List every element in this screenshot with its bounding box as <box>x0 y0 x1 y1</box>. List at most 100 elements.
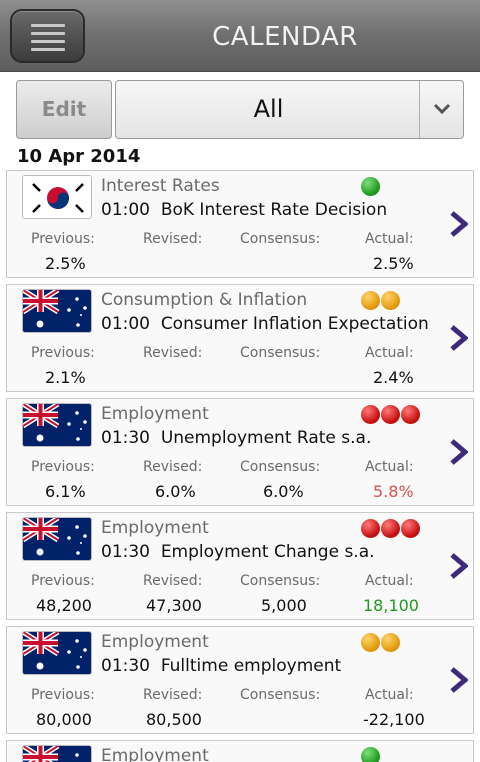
filter-select-value: All <box>253 95 284 123</box>
filter-select[interactable]: All <box>115 80 464 139</box>
page-title: CALENDAR <box>212 22 358 52</box>
event-title: 01:00 Consumer Inflation Expectation <box>101 314 429 334</box>
previous-value: 2.1% <box>45 368 86 387</box>
previous-label: Previous: <box>31 345 95 361</box>
event-name: Unemployment Rate s.a. <box>160 428 372 448</box>
event-card[interactable]: Employment 01:30 Unemployment Rate s.a. Pr… <box>6 398 474 506</box>
importance-dot <box>361 291 380 310</box>
previous-value: 80,000 <box>36 710 92 729</box>
importance-dot <box>361 633 380 652</box>
actual-value: 5.8% <box>373 482 414 501</box>
chevron-right-icon[interactable] <box>450 325 468 351</box>
importance-dot <box>381 519 400 538</box>
event-category: Interest Rates <box>101 176 220 196</box>
event-category: Employment <box>101 746 209 762</box>
importance-dot <box>381 633 400 652</box>
event-time: 01:00 <box>101 200 150 220</box>
flag-australia-icon <box>22 289 92 333</box>
chevron-right-icon[interactable] <box>450 211 468 237</box>
flag-australia-icon <box>22 745 92 762</box>
menu-icon <box>31 24 65 56</box>
dropdown-arrow[interactable] <box>419 81 463 138</box>
revised-label: Revised: <box>143 573 203 589</box>
actual-value: 18,100 <box>363 596 419 615</box>
importance-indicator <box>361 177 381 197</box>
importance-indicator <box>361 633 401 653</box>
consensus-value: 5,000 <box>261 596 307 615</box>
revised-value: 80,500 <box>146 710 202 729</box>
actual-label: Actual: <box>365 687 414 703</box>
actual-value: 2.5% <box>373 254 414 273</box>
event-category: Employment <box>101 404 209 424</box>
event-time: 01:30 <box>101 542 150 562</box>
edit-button[interactable]: Edit <box>16 80 112 139</box>
importance-indicator <box>361 405 421 425</box>
revised-value: 47,300 <box>146 596 202 615</box>
event-name: Consumer Inflation Expectation <box>160 314 429 334</box>
actual-value: 2.4% <box>373 368 414 387</box>
event-name: Fulltime employment <box>160 656 342 676</box>
date-heading: 10 Apr 2014 <box>17 146 141 167</box>
importance-dot <box>401 405 420 424</box>
event-title: 01:00 BoK Interest Rate Decision <box>101 200 387 220</box>
revised-label: Revised: <box>143 231 203 247</box>
previous-value: 48,200 <box>36 596 92 615</box>
previous-label: Previous: <box>31 687 95 703</box>
importance-indicator <box>361 519 421 539</box>
consensus-label: Consensus: <box>240 687 321 703</box>
importance-dot <box>401 519 420 538</box>
chevron-right-icon[interactable] <box>450 553 468 579</box>
chevron-down-icon <box>433 103 451 115</box>
event-category: Employment <box>101 632 209 652</box>
previous-label: Previous: <box>31 459 95 475</box>
importance-dot <box>361 747 380 762</box>
revised-label: Revised: <box>143 459 203 475</box>
flag-south-korea-icon <box>22 175 92 219</box>
importance-dot <box>361 177 380 196</box>
chevron-right-icon[interactable] <box>450 667 468 693</box>
consensus-label: Consensus: <box>240 459 321 475</box>
event-name: Employment Change s.a. <box>160 542 375 562</box>
event-time: 01:30 <box>101 656 150 676</box>
consensus-label: Consensus: <box>240 345 321 361</box>
importance-dot <box>361 405 380 424</box>
event-time: 01:30 <box>101 428 150 448</box>
event-card[interactable]: Employment 01:30 Employment Change s.a. Pr… <box>6 512 474 620</box>
revised-label: Revised: <box>143 345 203 361</box>
actual-value: -22,100 <box>363 710 425 729</box>
top-bar: CALENDAR <box>0 0 480 72</box>
importance-dot <box>361 519 380 538</box>
chevron-right-icon[interactable] <box>450 439 468 465</box>
previous-value: 2.5% <box>45 254 86 273</box>
event-name: BoK Interest Rate Decision <box>160 200 388 220</box>
importance-dot <box>381 405 400 424</box>
consensus-label: Consensus: <box>240 573 321 589</box>
importance-indicator <box>361 747 381 762</box>
event-time: 01:00 <box>101 314 150 334</box>
menu-button[interactable] <box>10 9 85 63</box>
event-title: 01:30 Fulltime employment <box>101 656 341 676</box>
revised-value: 6.0% <box>155 482 196 501</box>
flag-australia-icon <box>22 517 92 561</box>
actual-label: Actual: <box>365 231 414 247</box>
previous-label: Previous: <box>31 231 95 247</box>
event-card[interactable]: Interest Rates 01:00 BoK Interest Rate De… <box>6 170 474 278</box>
event-title: 01:30 Unemployment Rate s.a. <box>101 428 371 448</box>
event-category: Consumption & Inflation <box>101 290 308 310</box>
previous-label: Previous: <box>31 573 95 589</box>
event-title: 01:30 Employment Change s.a. <box>101 542 375 562</box>
flag-australia-icon <box>22 631 92 675</box>
previous-value: 6.1% <box>45 482 86 501</box>
event-card[interactable]: Employment 01:30 Fulltime employment Previ… <box>6 626 474 734</box>
consensus-label: Consensus: <box>240 231 321 247</box>
event-card[interactable]: Employment <box>6 740 474 762</box>
event-category: Employment <box>101 518 209 538</box>
revised-label: Revised: <box>143 687 203 703</box>
actual-label: Actual: <box>365 459 414 475</box>
importance-indicator <box>361 291 401 311</box>
importance-dot <box>381 291 400 310</box>
event-card[interactable]: Consumption & Inflation 01:00 Consumer In… <box>6 284 474 392</box>
flag-australia-icon <box>22 403 92 447</box>
actual-label: Actual: <box>365 345 414 361</box>
actual-label: Actual: <box>365 573 414 589</box>
